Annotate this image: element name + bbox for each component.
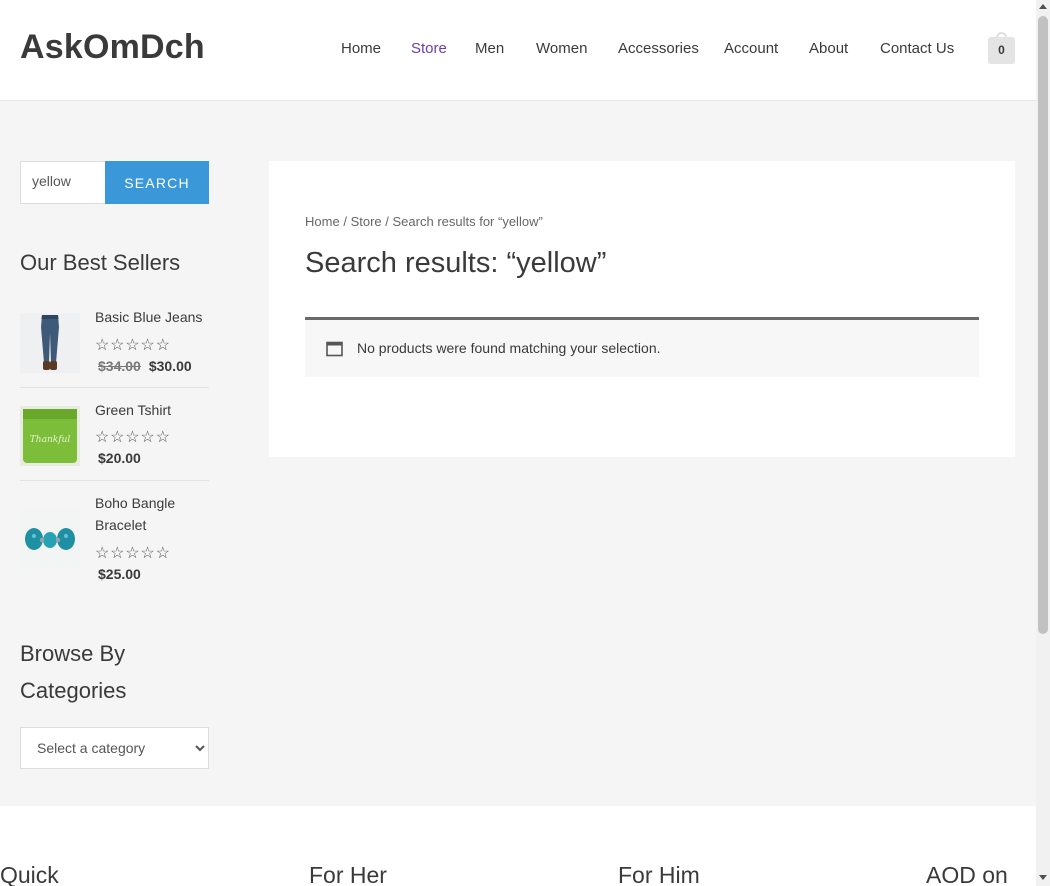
star-rating-icon: ☆☆☆☆☆	[95, 429, 171, 446]
site-logo[interactable]: AskOmDch	[20, 28, 205, 67]
nav-about[interactable]: About	[809, 40, 848, 57]
cart-count: 0	[998, 43, 1005, 57]
nav-women[interactable]: Women	[536, 40, 587, 57]
scroll-up-arrow-icon[interactable]	[1039, 4, 1047, 9]
nav-home[interactable]: Home	[341, 40, 381, 57]
nav-account[interactable]: Account	[724, 40, 778, 57]
page-title: Search results: “yellow”	[305, 247, 607, 279]
current-price: $20.00	[98, 450, 141, 466]
best-sellers-title: Our Best Sellers	[20, 250, 181, 275]
cart-button[interactable]: 0	[988, 32, 1015, 64]
calendar-icon	[326, 341, 343, 357]
search-button[interactable]: SEARCH	[105, 161, 209, 204]
search-input[interactable]	[20, 161, 106, 204]
footer-title-for-her: For Her	[309, 862, 387, 886]
info-notice: No products were found matching your sel…	[305, 317, 979, 377]
current-price: $25.00	[98, 566, 141, 582]
product-price: $25.00	[98, 566, 141, 582]
product-price: $20.00	[98, 450, 141, 466]
current-price: $30.00	[148, 358, 192, 374]
svg-text:Thankful: Thankful	[30, 435, 71, 445]
footer-title-quick: Quick	[0, 862, 59, 886]
scrollbar-thumb[interactable]	[1038, 16, 1048, 634]
site-footer: Quick For Her For Him AOD on	[0, 806, 1036, 886]
product-thumbnail-green-tshirt[interactable]: Thankful	[20, 406, 80, 466]
product-price: $34.00 $30.00	[98, 358, 192, 374]
breadcrumb-store[interactable]: Store	[351, 214, 382, 229]
footer-title-for-him: For Him	[618, 862, 700, 886]
nav-accessories[interactable]: Accessories	[618, 40, 699, 57]
old-price: $34.00	[98, 358, 141, 374]
category-select[interactable]: Select a category	[20, 727, 209, 769]
product-name[interactable]: Green Tshirt	[95, 399, 210, 421]
notice-message: No products were found matching your sel…	[357, 340, 661, 356]
product-item: Boho Bangle Bracelet ☆☆☆☆☆ $25.00	[20, 481, 210, 582]
categories-title: Browse By Categories	[20, 641, 127, 703]
nav-contact-us[interactable]: Contact Us	[880, 40, 954, 57]
main-content: Home / Store / Search results for “yello…	[269, 161, 1015, 457]
nav-store[interactable]: Store	[411, 40, 447, 57]
site-header: AskOmDch Home Store Men Women Accessorie…	[0, 0, 1036, 101]
page-scrollbar[interactable]	[1036, 0, 1050, 886]
nav-men[interactable]: Men	[475, 40, 504, 57]
product-item: Thankful Green Tshirt ☆☆☆☆☆ $20.00	[20, 388, 209, 481]
footer-title-aod: AOD on	[926, 862, 1008, 886]
product-item: Basic Blue Jeans ☆☆☆☆☆ $34.00 $30.00	[20, 304, 209, 388]
scroll-down-arrow-icon[interactable]	[1039, 875, 1047, 880]
breadcrumb-home[interactable]: Home	[305, 214, 340, 229]
product-name[interactable]: Boho Bangle Bracelet	[95, 492, 210, 536]
product-thumbnail-jeans[interactable]	[20, 313, 80, 373]
breadcrumb: Home / Store / Search results for “yello…	[305, 214, 543, 229]
product-thumbnail-bracelet[interactable]	[20, 509, 80, 569]
star-rating-icon: ☆☆☆☆☆	[95, 337, 171, 354]
product-name[interactable]: Basic Blue Jeans	[95, 306, 210, 328]
breadcrumb-current: Search results for “yellow”	[392, 214, 543, 229]
star-rating-icon: ☆☆☆☆☆	[95, 545, 171, 562]
